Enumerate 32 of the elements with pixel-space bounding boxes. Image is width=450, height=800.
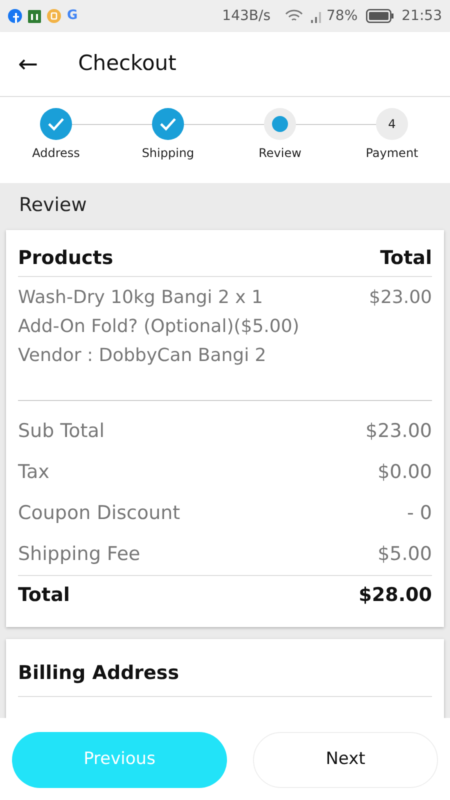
step-indicator: 4 bbox=[376, 108, 408, 140]
summary-label: Shipping Fee bbox=[18, 542, 140, 568]
step-label: Review bbox=[258, 145, 302, 162]
product-description: Wash-Dry 10kg Bangi 2 x 1 Add-On Fold? (Optional)($5.00) Vendor : DobbyCan Bangi 2 bbox=[18, 286, 300, 368]
back-button[interactable]: ← bbox=[8, 52, 48, 76]
summary-label: Sub Total bbox=[18, 419, 105, 444]
billing-title: Billing Address bbox=[18, 653, 432, 696]
summary-value: $23.00 bbox=[366, 419, 432, 444]
next-button[interactable]: Next bbox=[253, 732, 438, 788]
summary-label: Coupon Discount bbox=[18, 501, 180, 526]
google-logo: G bbox=[67, 7, 78, 26]
network-speed: 143B/s bbox=[222, 6, 271, 26]
total-value: $28.00 bbox=[358, 583, 432, 608]
coin-icon bbox=[47, 9, 61, 23]
page-title: Checkout bbox=[78, 50, 176, 78]
summary-value: $0.00 bbox=[378, 460, 432, 486]
step-label: Payment bbox=[366, 145, 418, 162]
column-header: Total bbox=[380, 246, 432, 270]
battery-icon bbox=[366, 9, 394, 23]
step-label: Shipping bbox=[142, 145, 194, 162]
clock: 21:53 bbox=[402, 6, 442, 26]
column-header: Products bbox=[18, 246, 114, 270]
summary-value: $5.00 bbox=[378, 542, 432, 568]
signal-icon bbox=[310, 9, 323, 23]
summary-label: Tax bbox=[18, 460, 50, 486]
product-price: $23.00 bbox=[369, 286, 432, 310]
battery-percent: 78% bbox=[326, 6, 358, 26]
summary-value: - 0 bbox=[407, 501, 432, 526]
step-label: Address bbox=[32, 145, 80, 162]
wifi-icon bbox=[284, 9, 303, 23]
section-title: Review bbox=[18, 193, 88, 218]
total-label: Total bbox=[18, 583, 70, 608]
